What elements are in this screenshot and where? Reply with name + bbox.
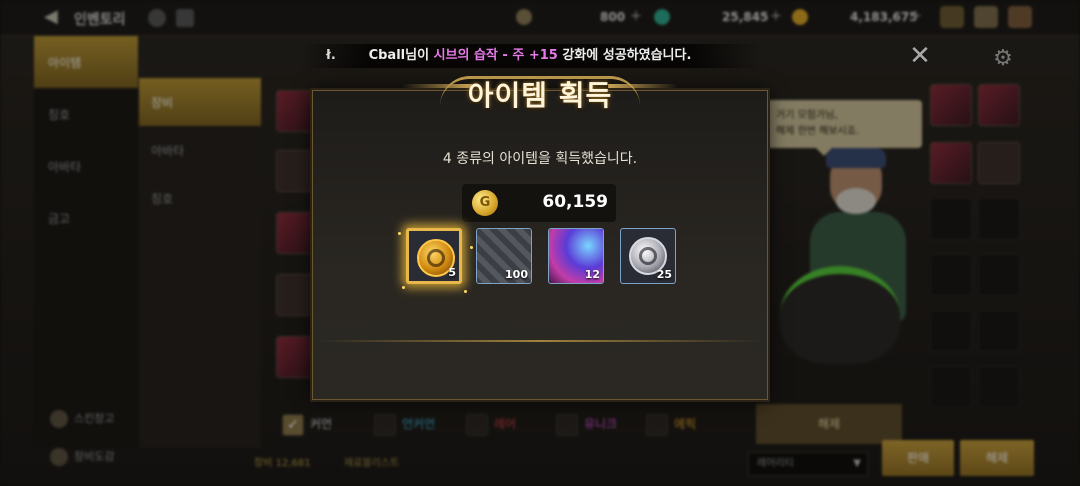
close-icon[interactable]: ✕: [906, 42, 934, 70]
notice-text-1: 님이: [405, 48, 434, 63]
item-acquired-modal: [312, 90, 768, 400]
broadcast-notice: Cball님이 시브의 습작 - 주 +15 강화에 성공하였습니다.: [300, 44, 760, 68]
reward-item-cube[interactable]: 100: [476, 228, 532, 284]
reward-count: 5: [448, 266, 456, 279]
modal-divider: [318, 340, 762, 342]
modal-message: 4 종류의 아이템을 획득했습니다.: [442, 151, 638, 167]
reward-count: 12: [584, 268, 600, 281]
notice-truncated-lead: ł.: [326, 48, 336, 63]
sparkle-effect: [464, 290, 467, 293]
reward-count: 25: [656, 268, 672, 281]
gold-reward-box: G 60,159: [462, 184, 616, 222]
notice-text-2: 강화에 성공하였습니다.: [557, 48, 692, 63]
reward-item-gold-emblem[interactable]: 5: [406, 228, 462, 284]
modal-title: 아이템 획득: [467, 79, 613, 112]
sparkle-effect: [470, 246, 473, 249]
notice-item-name: 시브의 습작 - 주 +15: [433, 48, 558, 63]
sparkle-effect: [398, 232, 401, 235]
gold-amount: 60,159: [542, 192, 608, 212]
notice-player: Cball: [368, 48, 406, 63]
emblem-ring: [639, 247, 657, 265]
gold-coin-icon: G: [472, 190, 498, 216]
reward-count: 100: [505, 268, 528, 281]
gear-icon[interactable]: ⚙: [990, 46, 1016, 72]
reward-item-potion[interactable]: 12: [548, 228, 604, 284]
reward-item-silver-emblem[interactable]: 25: [620, 228, 676, 284]
sparkle-effect: [402, 286, 405, 289]
emblem-ring: [427, 249, 445, 267]
